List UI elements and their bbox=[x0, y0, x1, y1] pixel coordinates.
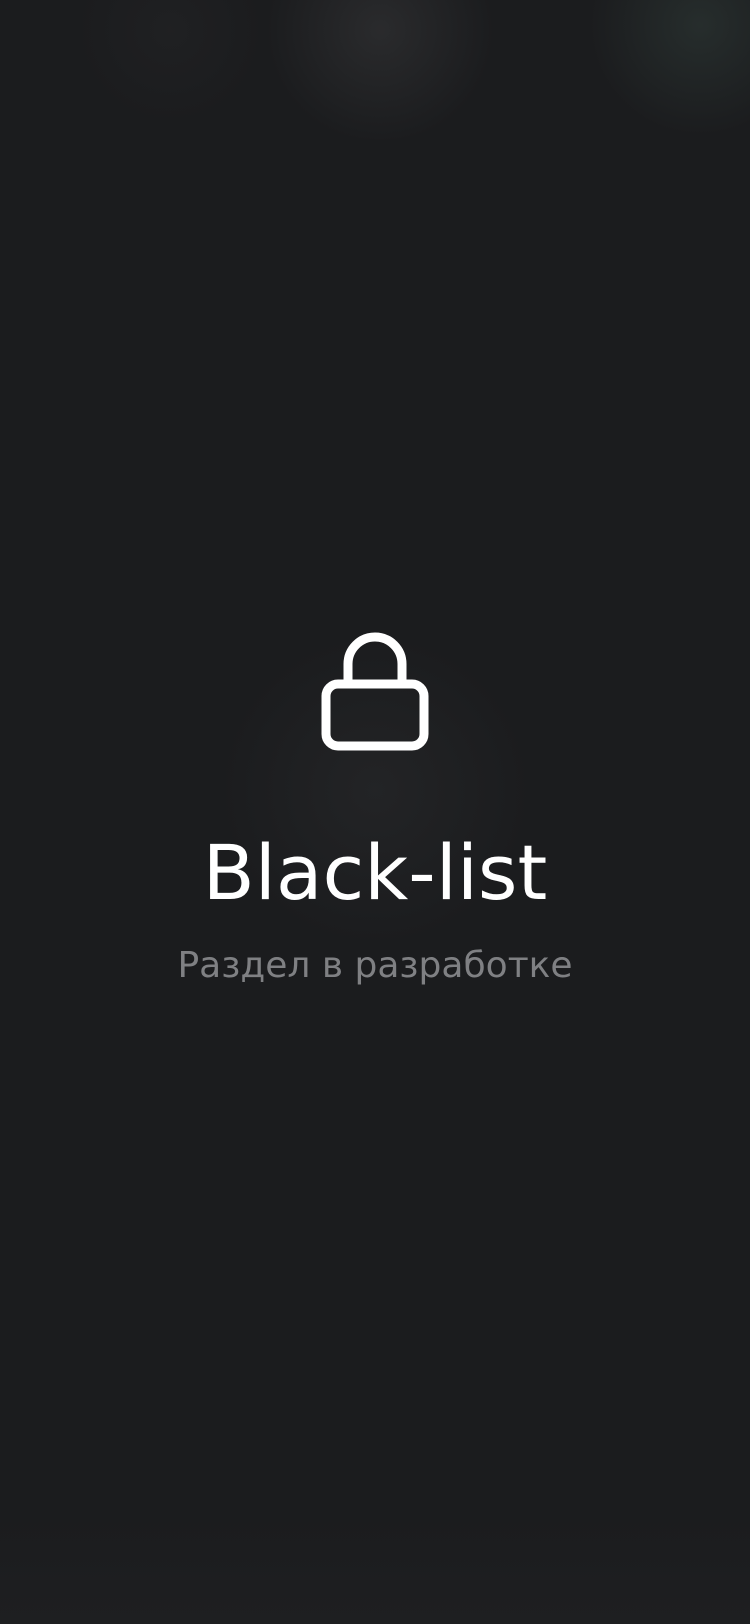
status-message: Раздел в разработке bbox=[177, 945, 573, 986]
background-glow bbox=[70, 0, 270, 120]
background-glow bbox=[590, 0, 750, 140]
bottom-shade bbox=[0, 1514, 750, 1624]
placeholder-content: Black-list Раздел в разработке bbox=[0, 630, 750, 988]
screen: Black-list Раздел в разработке bbox=[0, 0, 750, 1624]
page-title: Black-list bbox=[202, 828, 548, 917]
background-glow bbox=[260, 0, 500, 140]
lock-icon bbox=[321, 632, 429, 751]
